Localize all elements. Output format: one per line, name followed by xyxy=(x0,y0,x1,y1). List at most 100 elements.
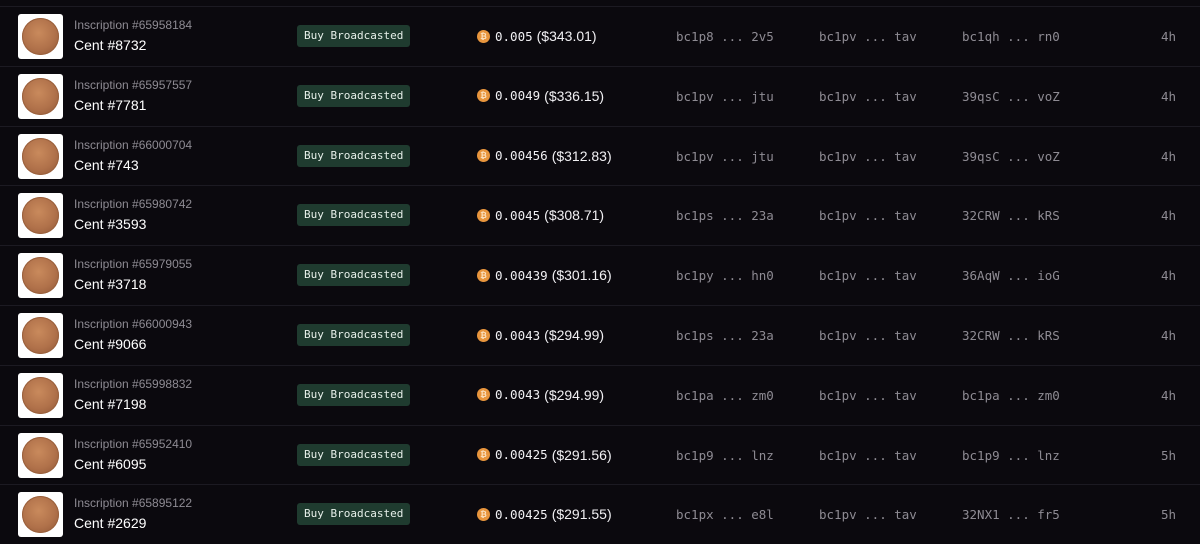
status-badge: Buy Broadcasted xyxy=(297,84,411,107)
item-name[interactable]: Cent #7198 xyxy=(74,396,146,412)
price: ₿ 0.00425 ($291.55) xyxy=(477,506,612,522)
buyer-address[interactable]: 39qsC ... voZ xyxy=(962,149,1060,164)
time-ago: 4h xyxy=(1160,148,1176,164)
to-address[interactable]: bc1pv ... tav xyxy=(819,89,917,104)
from-address[interactable]: bc1px ... e8l xyxy=(676,507,774,522)
table-row[interactable]: Inscription #65998832 Cent #7198 Buy Bro… xyxy=(0,364,1200,425)
buyer-address[interactable]: bc1p9 ... lnz xyxy=(962,448,1060,463)
table-row[interactable]: Inscription #65952410 Cent #6095 Buy Bro… xyxy=(0,424,1200,485)
bitcoin-icon: ₿ xyxy=(477,448,490,462)
inscription-thumbnail[interactable] xyxy=(18,372,63,418)
bitcoin-icon: ₿ xyxy=(477,149,490,163)
table-row[interactable]: Inscription #65957557 Cent #7781 Buy Bro… xyxy=(0,65,1200,126)
from-address[interactable]: bc1pv ... jtu xyxy=(676,89,774,104)
to-address[interactable]: bc1pv ... tav xyxy=(819,29,917,44)
from-address[interactable]: bc1pv ... jtu xyxy=(676,149,774,164)
from-address[interactable]: bc1ps ... 23a xyxy=(676,208,774,223)
bitcoin-icon: ₿ xyxy=(477,29,490,43)
bitcoin-icon: ₿ xyxy=(477,208,490,222)
from-address[interactable]: bc1pa ... zm0 xyxy=(676,388,774,403)
price: ₿ 0.00425 ($291.56) xyxy=(477,447,612,463)
to-address[interactable]: bc1pv ... tav xyxy=(819,448,917,463)
price-usd: ($291.55) xyxy=(551,506,612,523)
table-row[interactable]: Inscription #66000704 Cent #743 Buy Broa… xyxy=(0,125,1200,186)
to-address[interactable]: bc1pv ... tav xyxy=(819,268,917,283)
from-address[interactable]: bc1p9 ... lnz xyxy=(676,448,774,463)
price: ₿ 0.0045 ($308.71) xyxy=(477,207,604,223)
buyer-address[interactable]: 32CRW ... kRS xyxy=(962,208,1060,223)
to-address[interactable]: bc1pv ... tav xyxy=(819,388,917,403)
from-address[interactable]: bc1p8 ... 2v5 xyxy=(676,29,774,44)
table-row[interactable]: Inscription #65979055 Cent #3718 Buy Bro… xyxy=(0,245,1200,306)
inscription-thumbnail[interactable] xyxy=(18,14,63,59)
item-name[interactable]: Cent #9066 xyxy=(74,336,146,352)
price: ₿ 0.00439 ($301.16) xyxy=(477,267,612,283)
price-btc: 0.00456 xyxy=(495,148,548,164)
price-btc: 0.00425 xyxy=(495,447,548,463)
inscription-number: Inscription #65998832 xyxy=(74,376,193,391)
time-ago: 4h xyxy=(1160,29,1176,44)
price-usd: ($291.56) xyxy=(551,446,612,463)
item-name[interactable]: Cent #2629 xyxy=(74,515,146,531)
inscription-thumbnail[interactable] xyxy=(18,253,63,299)
inscription-number: Inscription #65895122 xyxy=(74,496,193,511)
buyer-address[interactable]: 36AqW ... ioG xyxy=(962,268,1060,283)
buyer-address[interactable]: bc1pa ... zm0 xyxy=(962,388,1060,403)
price-usd: ($294.99) xyxy=(544,327,605,343)
price: ₿ 0.0049 ($336.15) xyxy=(477,88,604,104)
time-ago: 4h xyxy=(1160,208,1176,224)
table-row[interactable]: Inscription #65980742 Cent #3593 Buy Bro… xyxy=(0,185,1200,246)
from-address[interactable]: bc1py ... hn0 xyxy=(676,268,774,283)
buyer-address[interactable]: 32NX1 ... fr5 xyxy=(962,507,1060,522)
buyer-address[interactable]: bc1qh ... rn0 xyxy=(962,29,1060,44)
price: ₿ 0.00456 ($312.83) xyxy=(477,148,612,164)
to-address[interactable]: bc1pv ... tav xyxy=(819,149,917,164)
inscription-thumbnail[interactable] xyxy=(18,313,63,358)
item-name[interactable]: Cent #743 xyxy=(74,157,139,173)
price-btc: 0.0049 xyxy=(495,88,541,104)
penny-coin-image xyxy=(22,18,59,55)
price-usd: ($294.99) xyxy=(544,386,605,403)
to-address[interactable]: bc1pv ... tav xyxy=(819,328,917,343)
item-name[interactable]: Cent #8732 xyxy=(74,37,146,53)
price: ₿ 0.005 ($343.01) xyxy=(477,28,597,44)
bitcoin-icon: ₿ xyxy=(477,388,490,402)
table-row[interactable]: Inscription #66000943 Cent #9066 Buy Bro… xyxy=(0,305,1200,365)
penny-coin-image xyxy=(22,317,59,354)
buyer-address[interactable]: 39qsC ... voZ xyxy=(962,89,1060,104)
price-btc: 0.00425 xyxy=(495,506,548,522)
price-usd: ($343.01) xyxy=(536,28,597,44)
table-row[interactable]: Inscription #65895122 Cent #2629 Buy Bro… xyxy=(0,484,1200,544)
time-ago: 4h xyxy=(1160,268,1176,284)
inscription-thumbnail[interactable] xyxy=(18,133,63,179)
penny-coin-image xyxy=(22,197,59,235)
price-usd: ($336.15) xyxy=(544,87,605,104)
item-name[interactable]: Cent #3593 xyxy=(74,216,146,232)
buyer-address[interactable]: 32CRW ... kRS xyxy=(962,328,1060,343)
item-name[interactable]: Cent #6095 xyxy=(74,456,146,472)
status-badge: Buy Broadcasted xyxy=(297,324,411,346)
status-badge: Buy Broadcasted xyxy=(297,443,411,466)
time-ago: 5h xyxy=(1160,447,1176,463)
price-btc: 0.0043 xyxy=(495,327,541,343)
inscription-thumbnail[interactable] xyxy=(18,432,63,478)
to-address[interactable]: bc1pv ... tav xyxy=(819,208,917,223)
from-address[interactable]: bc1ps ... 23a xyxy=(676,328,774,343)
inscription-thumbnail[interactable] xyxy=(18,73,63,119)
to-address[interactable]: bc1pv ... tav xyxy=(819,507,917,522)
item-name[interactable]: Cent #3718 xyxy=(74,276,146,292)
item-name[interactable]: Cent #7781 xyxy=(74,97,146,113)
inscription-number: Inscription #65979055 xyxy=(74,257,193,272)
inscription-thumbnail[interactable] xyxy=(18,193,63,239)
price-btc: 0.0045 xyxy=(495,207,541,223)
inscription-number: Inscription #65958184 xyxy=(74,18,193,32)
price-btc: 0.0043 xyxy=(495,387,541,403)
price: ₿ 0.0043 ($294.99) xyxy=(477,327,604,343)
bitcoin-icon: ₿ xyxy=(477,507,490,521)
status-badge: Buy Broadcasted xyxy=(297,503,411,526)
status-badge: Buy Broadcasted xyxy=(297,204,411,227)
table-row[interactable]: Inscription #65958184 Cent #8732 Buy Bro… xyxy=(0,6,1200,66)
time-ago: 4h xyxy=(1160,88,1176,104)
inscription-thumbnail[interactable] xyxy=(18,492,63,538)
status-badge: Buy Broadcasted xyxy=(297,144,411,167)
